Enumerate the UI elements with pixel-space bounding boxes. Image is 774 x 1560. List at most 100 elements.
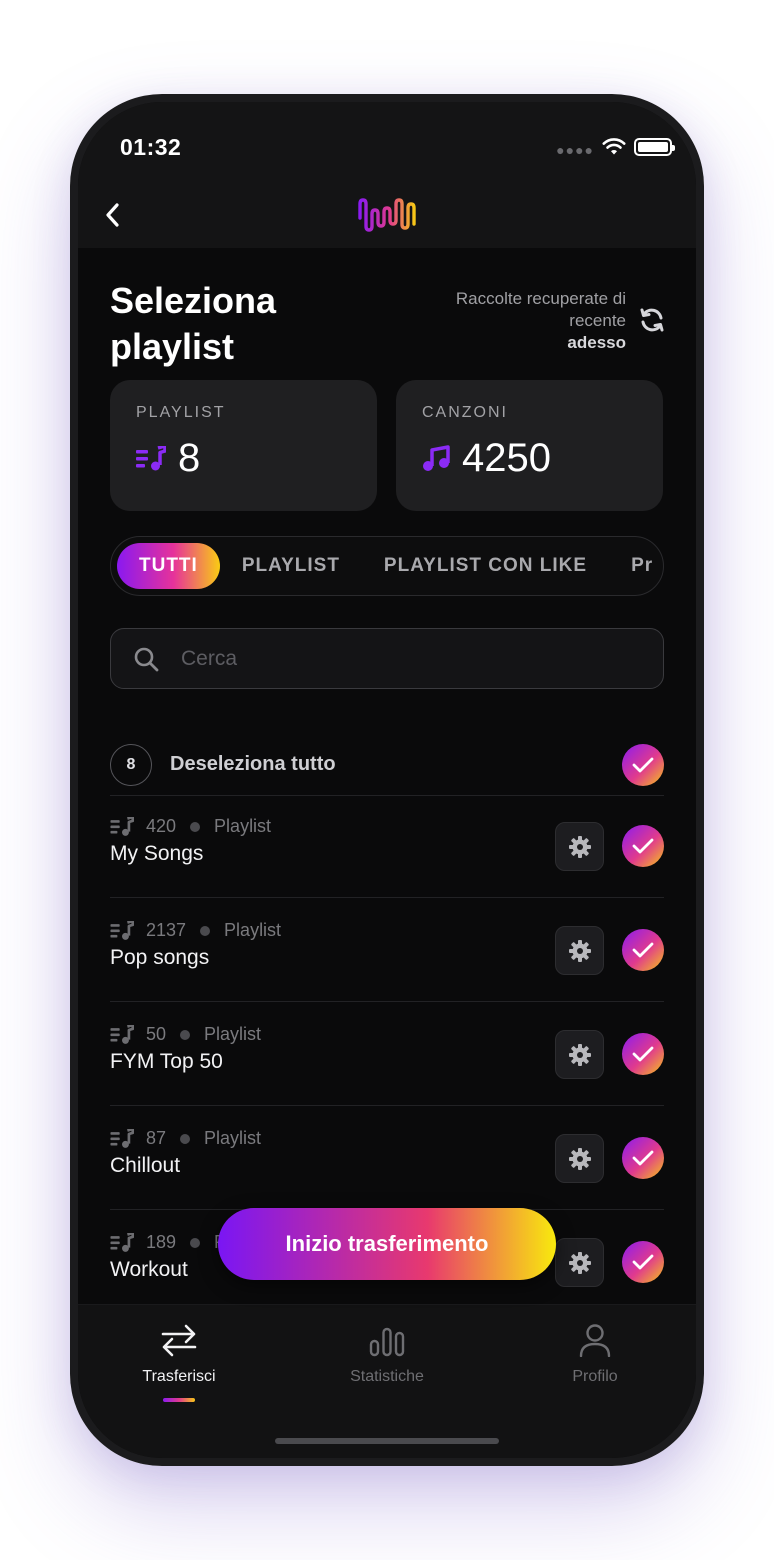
playlist-checkbox[interactable] [622, 825, 664, 867]
status-icons: ●●●● [556, 136, 675, 158]
phone-frame: 01:32 ●●●● Seleziona playlist Raccolte r… [70, 94, 704, 1466]
nav-transfer-label: Trasferisci [142, 1368, 216, 1385]
home-indicator [275, 1438, 499, 1444]
transfer-icon [161, 1324, 197, 1357]
playlist-settings-button[interactable] [555, 1238, 604, 1287]
song-count: 189 [146, 1232, 177, 1252]
tab-more[interactable]: Pr [609, 543, 663, 589]
playlist-checkbox[interactable] [622, 1033, 664, 1075]
playlist-row[interactable]: 420 Playlist My Songs [110, 794, 664, 898]
playlist-settings-button[interactable] [555, 926, 604, 975]
gear-icon [568, 1043, 591, 1066]
separator-dot [190, 1237, 201, 1248]
tab-playlist[interactable]: PLAYLIST [220, 543, 362, 589]
song-count: 87 [146, 1128, 167, 1148]
top-bar: 01:32 ●●●● [78, 102, 696, 248]
check-icon [632, 1150, 654, 1166]
playlist-meta: 2137 Playlist [110, 920, 281, 941]
playlist-icon [110, 1024, 134, 1044]
nav-transfer[interactable]: Trasferisci [99, 1323, 259, 1402]
start-transfer-button[interactable]: Inizio trasferimento [218, 1208, 556, 1280]
gear-icon [568, 835, 591, 858]
playlist-icon [136, 445, 166, 470]
playlist-meta: 420 Playlist [110, 816, 271, 837]
separator-dot [180, 1133, 191, 1144]
playlist-icon [110, 1232, 134, 1252]
deselect-all-label[interactable]: Deseleziona tutto [170, 753, 336, 776]
stat-card-playlist: PLAYLIST 8 [110, 380, 377, 511]
playlist-type: Playlist [204, 1024, 262, 1044]
check-icon [632, 1254, 654, 1270]
stat-label-playlist: PLAYLIST [136, 404, 226, 421]
nav-profile[interactable]: Profilo [515, 1323, 675, 1386]
bottom-nav: Trasferisci Statistiche Profilo [78, 1304, 696, 1458]
playlist-settings-button[interactable] [555, 1030, 604, 1079]
check-icon [632, 757, 654, 772]
playlist-row[interactable]: 87 Playlist Chillout [110, 1106, 664, 1210]
refresh-icon [640, 308, 664, 332]
search-input[interactable]: Cerca [181, 647, 237, 671]
select-all-checkbox[interactable] [622, 743, 664, 786]
select-all-row: 8 Deseleziona tutto [110, 734, 664, 796]
stats-icon [369, 1327, 405, 1357]
playlist-name: Workout [110, 1258, 188, 1281]
playlist-name: Pop songs [110, 946, 210, 969]
wifi-icon [602, 138, 626, 155]
music-note-icon [423, 444, 450, 471]
playlist-icon [110, 1128, 134, 1148]
gear-icon [568, 1251, 591, 1274]
playlist-meta: 50 Playlist [110, 1024, 261, 1045]
playlist-name: Chillout [110, 1154, 181, 1177]
active-tab-indicator [163, 1398, 195, 1402]
gear-icon [568, 1147, 591, 1170]
playlist-row[interactable]: 50 Playlist FYM Top 50 [110, 1002, 664, 1106]
search-field[interactable]: Cerca [110, 628, 664, 689]
playlist-checkbox[interactable] [622, 929, 664, 971]
profile-icon [579, 1324, 611, 1358]
page-title: Seleziona playlist [110, 280, 277, 367]
playlist-row[interactable]: 2137 Playlist Pop songs [110, 898, 664, 1002]
stat-label-songs: CANZONI [422, 404, 508, 421]
back-button[interactable] [98, 198, 128, 232]
stat-value-songs: 4250 [462, 436, 551, 480]
playlist-type: Playlist [214, 816, 272, 836]
nav-stats-label: Statistiche [350, 1368, 424, 1385]
playlist-meta: 189P [110, 1232, 226, 1253]
playlist-name: My Songs [110, 842, 204, 865]
playlist-type: Playlist [204, 1128, 262, 1148]
search-icon [134, 647, 159, 671]
chevron-left-icon [106, 203, 119, 227]
playlist-icon [110, 816, 134, 836]
check-icon [632, 942, 654, 958]
recent-fetch-info: Raccolte recuperate di recente adesso [396, 288, 626, 354]
check-icon [632, 1046, 654, 1062]
separator-dot [180, 1029, 191, 1040]
gear-icon [568, 939, 591, 962]
check-icon [632, 838, 654, 854]
playlist-settings-button[interactable] [555, 822, 604, 871]
song-count: 50 [146, 1024, 167, 1044]
app-screen: 01:32 ●●●● Seleziona playlist Raccolte r… [78, 102, 696, 1458]
battery-icon [634, 138, 675, 156]
recent-fetch-time: adesso [567, 333, 626, 352]
tab-all[interactable]: TUTTI [117, 543, 220, 589]
playlist-icon [110, 920, 134, 940]
song-count: 2137 [146, 920, 187, 940]
separator-dot [200, 925, 211, 936]
playlist-checkbox[interactable] [622, 1241, 664, 1283]
stat-value-playlist: 8 [178, 436, 201, 480]
playlist-name: FYM Top 50 [110, 1050, 223, 1073]
waveform-logo [358, 198, 416, 232]
playlist-type: Playlist [224, 920, 282, 940]
playlist-checkbox[interactable] [622, 1137, 664, 1179]
playlist-settings-button[interactable] [555, 1134, 604, 1183]
nav-stats[interactable]: Statistiche [307, 1323, 467, 1386]
tab-liked-playlists[interactable]: PLAYLIST CON LIKE [362, 543, 609, 589]
recent-fetch-text: Raccolte recuperate di recente [455, 289, 626, 330]
status-time: 01:32 [120, 134, 182, 160]
refresh-button[interactable] [638, 306, 666, 334]
filter-tabs: TUTTI PLAYLIST PLAYLIST CON LIKE Pr [110, 536, 664, 596]
stat-card-songs: CANZONI 4250 [396, 380, 663, 511]
selected-count: 8 [110, 743, 152, 786]
playlist-meta: 87 Playlist [110, 1128, 261, 1149]
